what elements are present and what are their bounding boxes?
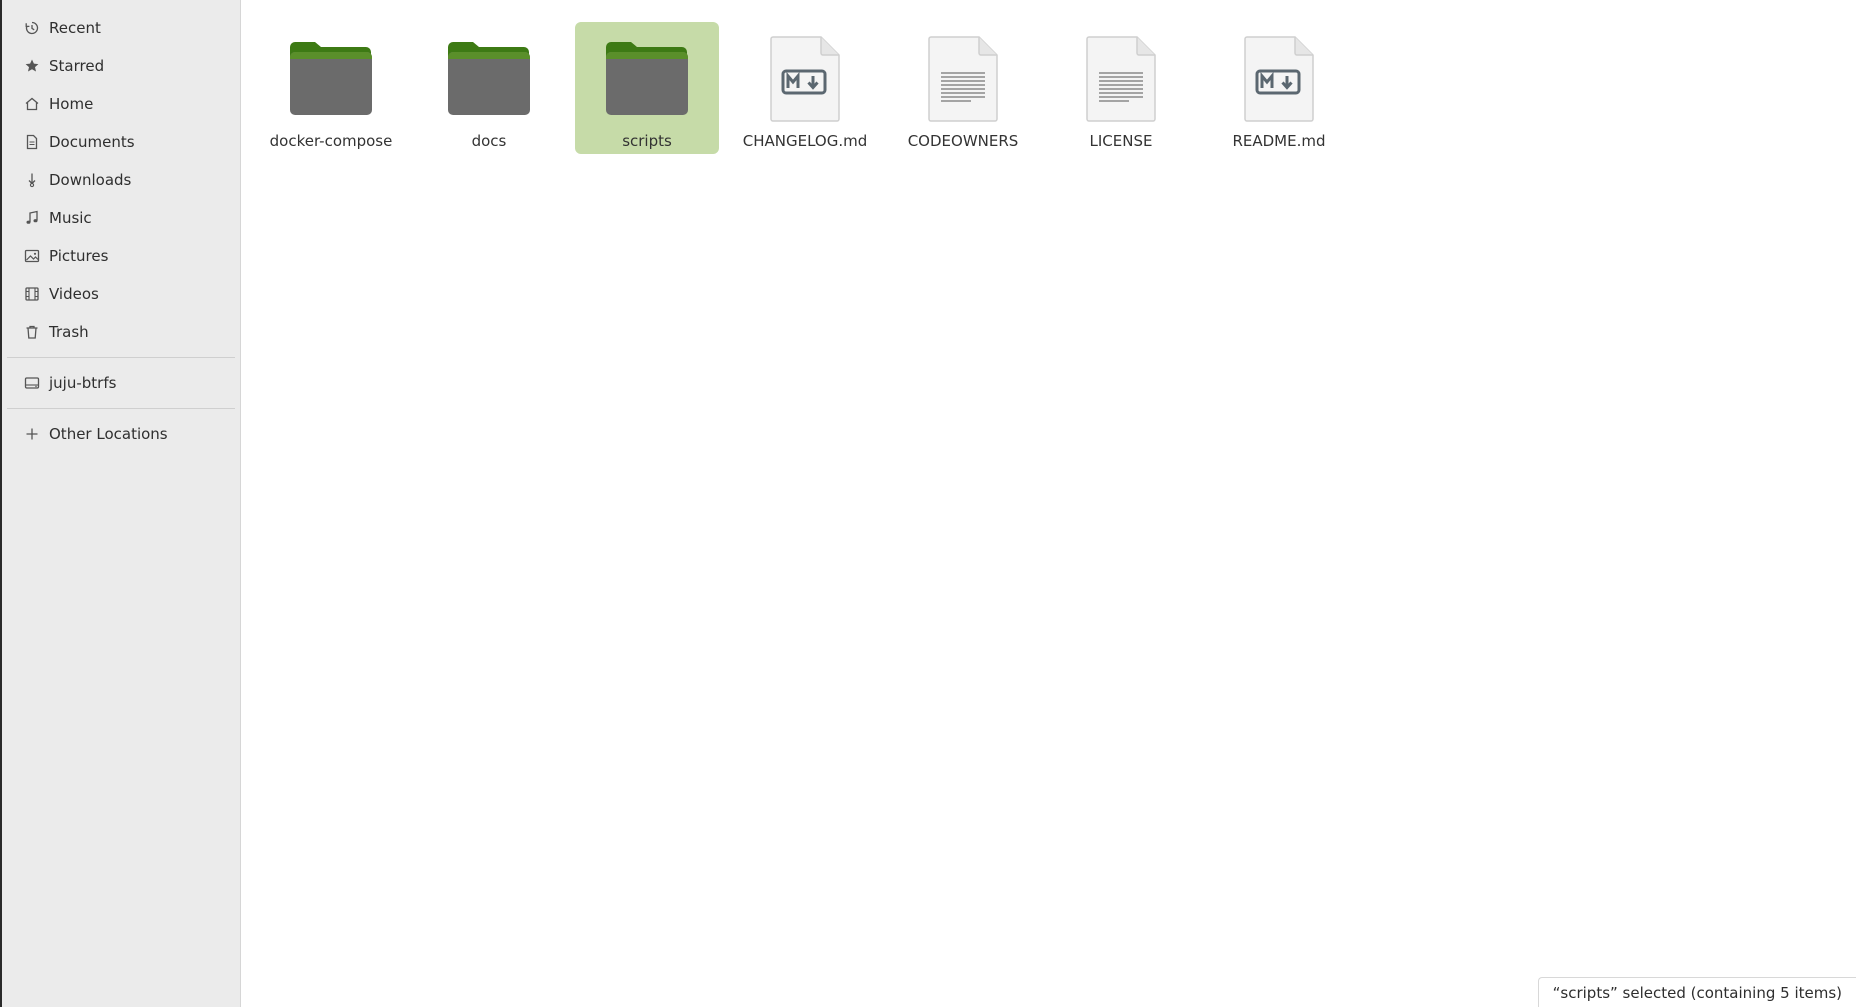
selection-status: “scripts” selected (containing 5 items) — [1537, 977, 1856, 1007]
sidebar-item-pictures[interactable]: Pictures — [2, 237, 240, 275]
file-item-scripts[interactable]: scripts — [575, 22, 719, 154]
file-name: README.md — [1232, 132, 1326, 150]
sidebar-item-trash[interactable]: Trash — [2, 313, 240, 351]
sidebar-item-home[interactable]: Home — [2, 85, 240, 123]
star-icon — [23, 57, 41, 75]
file-name: CODEOWNERS — [907, 132, 1019, 150]
sidebar-item-recent[interactable]: Recent — [2, 9, 240, 47]
file-name: CHANGELOG.md — [742, 132, 868, 150]
file-name: docker-compose — [269, 132, 393, 150]
plus-icon — [23, 425, 41, 443]
sidebar-item-other-locations[interactable]: Other Locations — [2, 415, 240, 453]
sidebar-item-documents[interactable]: Documents — [2, 123, 240, 161]
text-file-icon — [1076, 34, 1166, 124]
file-item-docker-compose[interactable]: docker-compose — [259, 22, 403, 154]
file-item-docs[interactable]: docs — [417, 22, 561, 154]
sidebar-item-music[interactable]: Music — [2, 199, 240, 237]
markdown-file-icon — [1234, 34, 1324, 124]
folder-icon — [444, 34, 534, 124]
clock-icon — [23, 19, 41, 37]
sidebar-item-label: Documents — [49, 133, 135, 151]
text-file-icon — [918, 34, 1008, 124]
file-name: docs — [471, 132, 507, 150]
video-icon — [23, 285, 41, 303]
document-icon — [23, 133, 41, 151]
folder-icon — [286, 34, 376, 124]
music-icon — [23, 209, 41, 227]
sidebar-item-label: Home — [49, 95, 94, 113]
trash-icon — [23, 323, 41, 341]
markdown-file-icon — [760, 34, 850, 124]
home-icon — [23, 95, 41, 113]
file-item-changelog[interactable]: CHANGELOG.md — [733, 22, 877, 154]
sidebar-item-label: Pictures — [49, 247, 109, 265]
file-item-codeowners[interactable]: CODEOWNERS — [891, 22, 1035, 154]
sidebar: Recent Starred Home Documents Downloads — [2, 0, 241, 1007]
sidebar-item-downloads[interactable]: Downloads — [2, 161, 240, 199]
file-item-readme[interactable]: README.md — [1207, 22, 1351, 154]
sidebar-item-starred[interactable]: Starred — [2, 47, 240, 85]
sidebar-item-label: Recent — [49, 19, 101, 37]
sidebar-item-juju-btrfs[interactable]: juju-btrfs — [2, 364, 240, 402]
sidebar-item-label: Music — [49, 209, 92, 227]
file-item-license[interactable]: LICENSE — [1049, 22, 1193, 154]
sidebar-separator — [7, 357, 235, 358]
picture-icon — [23, 247, 41, 265]
file-grid: docker-compose docs scripts CHANGELOG.md… — [259, 22, 1365, 154]
folder-icon — [602, 34, 692, 124]
file-name: LICENSE — [1089, 132, 1153, 150]
sidebar-item-label: Other Locations — [49, 425, 168, 443]
sidebar-item-label: Trash — [49, 323, 89, 341]
download-icon — [23, 171, 41, 189]
drive-icon — [23, 374, 41, 392]
sidebar-item-label: Starred — [49, 57, 105, 75]
file-view[interactable]: docker-compose docs scripts CHANGELOG.md… — [241, 0, 1856, 1007]
sidebar-separator — [7, 408, 235, 409]
sidebar-item-label: juju-btrfs — [49, 374, 117, 392]
sidebar-item-label: Downloads — [49, 171, 132, 189]
file-name: scripts — [622, 132, 672, 150]
sidebar-item-videos[interactable]: Videos — [2, 275, 240, 313]
file-manager-window: Recent Starred Home Documents Downloads — [0, 0, 1856, 1007]
sidebar-item-label: Videos — [49, 285, 99, 303]
